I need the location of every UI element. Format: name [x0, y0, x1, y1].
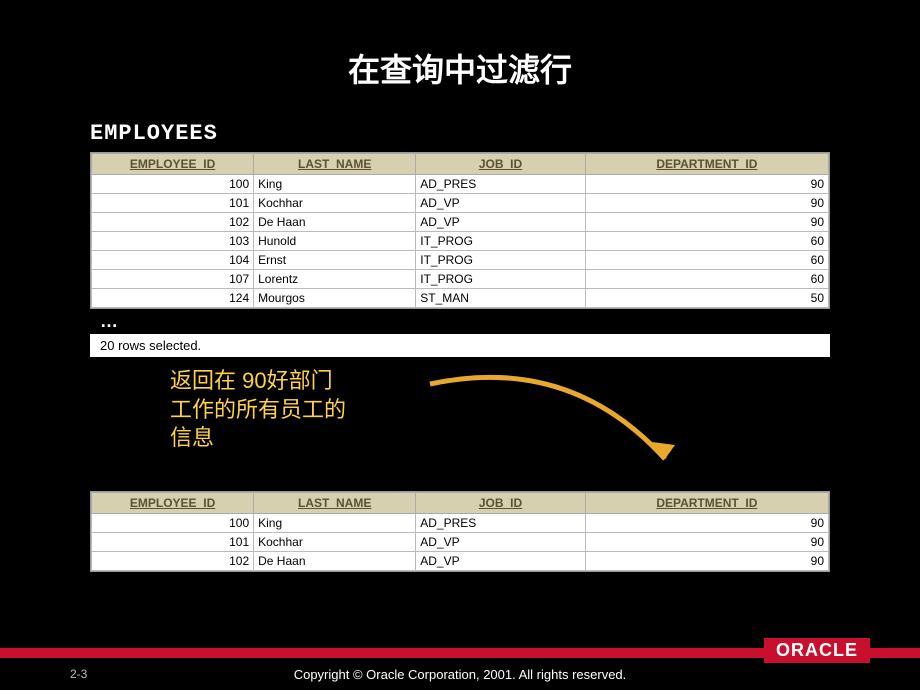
slide-footer: Copyright © Oracle Corporation, 2001. Al… — [0, 648, 920, 690]
table-header-row: EMPLOYEE_ID LAST_NAME JOB_ID DEPARTMENT_… — [92, 493, 829, 514]
cell-last-name: Ernst — [254, 251, 416, 270]
table-row: 102De HaanAD_VP90 — [92, 213, 829, 232]
cell-employee-id: 102 — [92, 213, 254, 232]
cell-department-id: 90 — [585, 514, 828, 533]
table-row: 101KochharAD_VP90 — [92, 194, 829, 213]
th-last-name: LAST_NAME — [254, 493, 416, 514]
cell-employee-id: 107 — [92, 270, 254, 289]
cell-department-id: 60 — [585, 270, 828, 289]
cell-job-id: AD_VP — [416, 194, 586, 213]
cell-department-id: 60 — [585, 232, 828, 251]
table-row: 100KingAD_PRES90 — [92, 514, 829, 533]
cell-employee-id: 100 — [92, 514, 254, 533]
th-department-id: DEPARTMENT_ID — [585, 493, 828, 514]
table-row: 124MourgosST_MAN50 — [92, 289, 829, 308]
cell-employee-id: 102 — [92, 552, 254, 571]
cell-job-id: IT_PROG — [416, 232, 586, 251]
table-row: 104ErnstIT_PROG60 — [92, 251, 829, 270]
cell-last-name: De Haan — [254, 213, 416, 232]
cell-job-id: ST_MAN — [416, 289, 586, 308]
cell-department-id: 90 — [585, 194, 828, 213]
filtered-employees-table: EMPLOYEE_ID LAST_NAME JOB_ID DEPARTMENT_… — [91, 492, 829, 571]
filter-note: 返回在 90好部门工作的所有员工的信息 — [90, 367, 350, 453]
cell-last-name: Hunold — [254, 232, 416, 251]
th-employee-id: EMPLOYEE_ID — [92, 493, 254, 514]
table2-body: 100KingAD_PRES90101KochharAD_VP90102De H… — [92, 514, 829, 571]
table-row: 101KochharAD_VP90 — [92, 533, 829, 552]
cell-last-name: Kochhar — [254, 533, 416, 552]
table1-body: 100KingAD_PRES90101KochharAD_VP90102De H… — [92, 175, 829, 308]
table-row: 100KingAD_PRES90 — [92, 175, 829, 194]
cell-department-id: 90 — [585, 533, 828, 552]
arrow-icon — [420, 359, 720, 489]
table1-label: EMPLOYEES — [90, 121, 920, 146]
table-header-row: EMPLOYEE_ID LAST_NAME JOB_ID DEPARTMENT_… — [92, 154, 829, 175]
cell-last-name: Kochhar — [254, 194, 416, 213]
cell-department-id: 50 — [585, 289, 828, 308]
slide-title: 在查询中过滤行 — [0, 0, 920, 121]
cell-last-name: De Haan — [254, 552, 416, 571]
cell-job-id: AD_PRES — [416, 175, 586, 194]
cell-employee-id: 124 — [92, 289, 254, 308]
table1-wrap: EMPLOYEE_ID LAST_NAME JOB_ID DEPARTMENT_… — [90, 152, 830, 309]
cell-last-name: King — [254, 514, 416, 533]
cell-employee-id: 101 — [92, 533, 254, 552]
copyright-text: Copyright © Oracle Corporation, 2001. Al… — [0, 667, 920, 682]
cell-last-name: Mourgos — [254, 289, 416, 308]
cell-employee-id: 101 — [92, 194, 254, 213]
ellipsis-indicator: … — [90, 309, 830, 334]
cell-job-id: IT_PROG — [416, 251, 586, 270]
cell-job-id: AD_VP — [416, 552, 586, 571]
cell-employee-id: 100 — [92, 175, 254, 194]
th-department-id: DEPARTMENT_ID — [585, 154, 828, 175]
cell-department-id: 90 — [585, 552, 828, 571]
cell-last-name: Lorentz — [254, 270, 416, 289]
cell-last-name: King — [254, 175, 416, 194]
cell-job-id: AD_PRES — [416, 514, 586, 533]
oracle-logo: ORACLE — [764, 638, 870, 663]
annotation-row: 返回在 90好部门工作的所有员工的信息 — [90, 367, 830, 477]
th-employee-id: EMPLOYEE_ID — [92, 154, 254, 175]
cell-job-id: AD_VP — [416, 533, 586, 552]
table-row: 103HunoldIT_PROG60 — [92, 232, 829, 251]
employees-table: EMPLOYEE_ID LAST_NAME JOB_ID DEPARTMENT_… — [91, 153, 829, 308]
cell-job-id: AD_VP — [416, 213, 586, 232]
table-row: 107LorentzIT_PROG60 — [92, 270, 829, 289]
cell-employee-id: 104 — [92, 251, 254, 270]
rows-selected-status: 20 rows selected. — [90, 334, 830, 357]
cell-job-id: IT_PROG — [416, 270, 586, 289]
cell-department-id: 90 — [585, 213, 828, 232]
th-job-id: JOB_ID — [416, 493, 586, 514]
cell-department-id: 90 — [585, 175, 828, 194]
th-last-name: LAST_NAME — [254, 154, 416, 175]
table-row: 102De HaanAD_VP90 — [92, 552, 829, 571]
cell-employee-id: 103 — [92, 232, 254, 251]
table2-wrap: EMPLOYEE_ID LAST_NAME JOB_ID DEPARTMENT_… — [90, 491, 830, 572]
th-job-id: JOB_ID — [416, 154, 586, 175]
cell-department-id: 60 — [585, 251, 828, 270]
